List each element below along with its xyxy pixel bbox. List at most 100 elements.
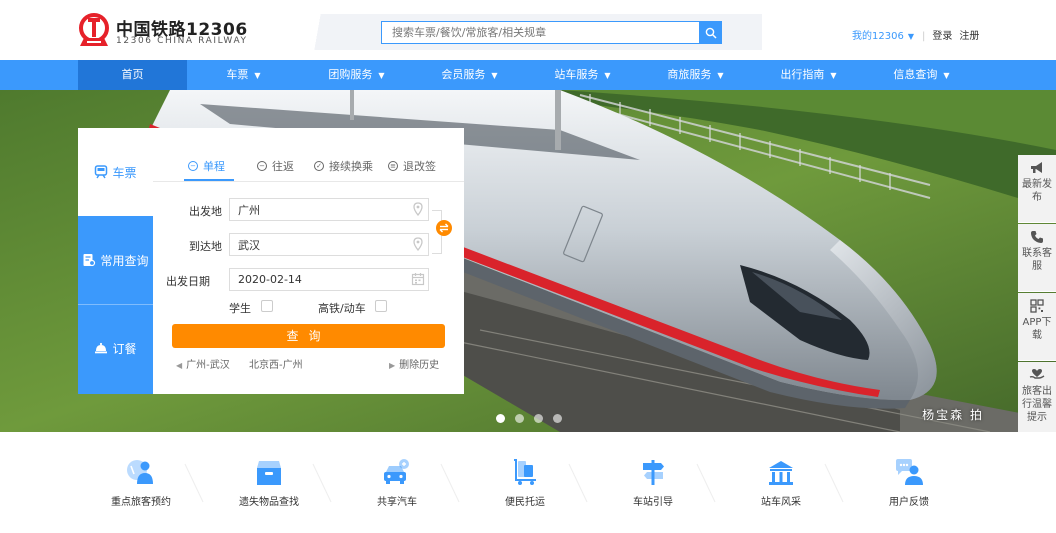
- login-link[interactable]: 登录: [932, 31, 952, 42]
- nav-label: 首页: [121, 68, 144, 81]
- register-link[interactable]: 注册: [959, 31, 979, 42]
- food-cover-icon: [94, 341, 108, 355]
- my-account-link[interactable]: 我的12306: [852, 31, 904, 42]
- nav-label: 车票: [226, 68, 249, 81]
- photo-credit: 杨宝森 拍: [922, 408, 984, 422]
- heart-hand-icon: [1029, 368, 1045, 382]
- site-search-input[interactable]: [381, 21, 700, 44]
- tab-one-way[interactable]: − 单程: [188, 158, 225, 174]
- service-user-feedback[interactable]: 用户反馈: [859, 456, 959, 508]
- service-luggage-delivery[interactable]: 便民托运: [475, 456, 575, 508]
- search-icon: [705, 27, 717, 39]
- history-item[interactable]: 北京西-广州: [249, 356, 303, 371]
- side-tab-label: 常用查询: [100, 253, 149, 268]
- chevron-down-icon: ▼: [830, 71, 837, 80]
- nav-label: 出行指南: [780, 68, 825, 81]
- carousel-dot[interactable]: [496, 414, 505, 423]
- nav-item-tickets[interactable]: 车票 ▼: [187, 60, 300, 90]
- nav-item-guide[interactable]: 出行指南 ▼: [752, 60, 865, 90]
- triangle-right-icon: ▶: [389, 361, 396, 370]
- to-label: 到达地: [189, 240, 222, 253]
- chevron-down-icon[interactable]: ▼: [908, 32, 914, 41]
- service-label: 车站引导: [633, 497, 673, 508]
- highspeed-checkbox[interactable]: [375, 300, 387, 312]
- departure-date-input[interactable]: [229, 268, 429, 291]
- side-tab-tickets[interactable]: 车票: [78, 128, 153, 216]
- divider: [696, 463, 716, 503]
- service-assisted-passenger[interactable]: 重点旅客预约: [91, 456, 191, 508]
- service-station-guide[interactable]: 车站引导: [603, 456, 703, 508]
- carousel-dot[interactable]: [515, 414, 524, 423]
- divider: [184, 463, 204, 503]
- service-lost-found[interactable]: 遗失物品查找: [219, 456, 319, 508]
- chevron-down-icon: ▼: [254, 71, 261, 80]
- chevron-down-icon: ▼: [378, 71, 385, 80]
- tab-label: 接续换乘: [329, 160, 373, 173]
- history-item[interactable]: ◀ 广州-武汉: [176, 356, 230, 371]
- float-contact-service[interactable]: 联系客服: [1018, 224, 1056, 292]
- nav-item-home[interactable]: 首页: [78, 60, 187, 90]
- station-building-icon: [763, 456, 799, 486]
- calendar-icon[interactable]: [411, 272, 425, 286]
- nav-label: 商旅服务: [667, 68, 712, 81]
- nav-item-group[interactable]: 团购服务 ▼: [300, 60, 413, 90]
- from-label: 出发地: [189, 205, 222, 218]
- clear-history-link[interactable]: ▶ 删除历史: [389, 356, 439, 371]
- float-latest-news[interactable]: 最新发布: [1018, 155, 1056, 223]
- site-logo[interactable]: 中国铁路12306 12306 CHINA RAILWAY: [78, 12, 247, 50]
- float-label: APP下载: [1022, 317, 1052, 341]
- panel-side-tabs: 车票 常用查询 订餐: [78, 128, 153, 394]
- nav-item-member[interactable]: 会员服务 ▼: [413, 60, 526, 90]
- luggage-cart-icon: [507, 456, 543, 486]
- nav-label: 站车服务: [554, 68, 599, 81]
- highspeed-label: 高铁/动车: [318, 302, 366, 315]
- float-app-download[interactable]: APP下载: [1018, 293, 1056, 361]
- swap-stations-button[interactable]: [436, 220, 452, 236]
- divider: [153, 181, 464, 182]
- divider: [312, 463, 332, 503]
- service-label: 重点旅客预约: [111, 497, 171, 508]
- tab-transfer[interactable]: ✓ 接续换乘: [314, 158, 373, 174]
- chevron-down-icon: ▼: [943, 71, 950, 80]
- nav-item-business[interactable]: 商旅服务 ▼: [639, 60, 752, 90]
- side-tab-label: 车票: [112, 165, 137, 180]
- chevron-down-icon: ▼: [604, 71, 611, 80]
- main-nav: 首页 车票 ▼ 团购服务 ▼ 会员服务 ▼ 站车服务 ▼ 商旅服务 ▼ 出行指南 ▼ 信息查…: [0, 60, 1056, 90]
- tab-label: 往返: [272, 160, 294, 173]
- triangle-left-icon: ◀: [176, 361, 183, 370]
- carousel-dot[interactable]: [553, 414, 562, 423]
- side-tab-common-query[interactable]: 常用查询: [78, 216, 153, 304]
- float-label: 最新发布: [1022, 179, 1052, 203]
- qr-code-icon: [1030, 299, 1044, 313]
- tab-round-trip[interactable]: − 往返: [257, 158, 294, 174]
- location-pin-icon: [413, 202, 423, 216]
- query-button[interactable]: 查询: [172, 324, 445, 348]
- nav-item-info[interactable]: 信息查询 ▼: [865, 60, 978, 90]
- service-label: 用户反馈: [889, 497, 929, 508]
- nav-item-station[interactable]: 站车服务 ▼: [526, 60, 639, 90]
- tab-label: 退改签: [403, 160, 436, 173]
- divider: |: [921, 31, 926, 42]
- chevron-down-icon: ▼: [491, 71, 498, 80]
- nav-label: 团购服务: [328, 68, 373, 81]
- user-links: 我的12306 ▼ | 登录 注册: [852, 27, 986, 42]
- search-button[interactable]: [699, 21, 722, 44]
- service-label: 站车风采: [761, 497, 801, 508]
- service-station-showcase[interactable]: 站车风采: [731, 456, 831, 508]
- service-label: 共享汽车: [377, 497, 417, 508]
- student-checkbox[interactable]: [261, 300, 273, 312]
- list-circle-icon: ≡: [388, 161, 398, 171]
- from-station-input[interactable]: [229, 198, 429, 221]
- feedback-user-icon: [891, 456, 927, 486]
- to-station-input[interactable]: [229, 233, 429, 256]
- carousel-dot[interactable]: [534, 414, 543, 423]
- check-circle-icon: ✓: [314, 161, 324, 171]
- service-label: 便民托运: [505, 497, 545, 508]
- side-tab-meal[interactable]: 订餐: [78, 304, 153, 392]
- history-label: 广州-武汉: [186, 360, 230, 371]
- train-icon: [94, 165, 108, 179]
- date-label: 出发日期: [166, 275, 210, 288]
- phone-icon: [1030, 230, 1044, 244]
- tab-refund-change[interactable]: ≡ 退改签: [388, 158, 436, 174]
- service-shared-car[interactable]: 共享汽车: [347, 456, 447, 508]
